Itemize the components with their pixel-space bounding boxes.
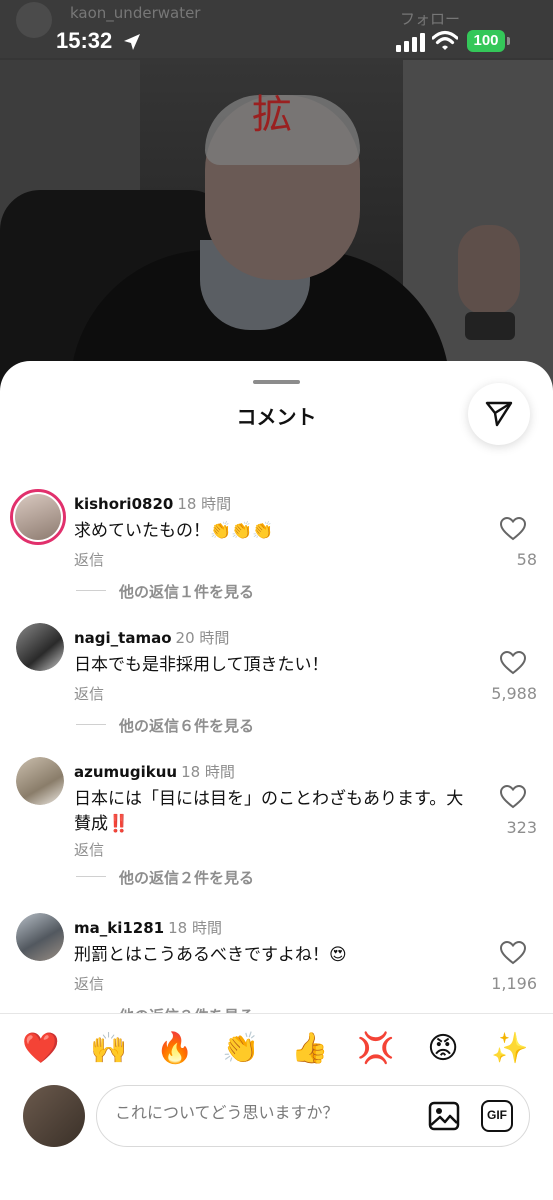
view-more-replies[interactable]: 他の返信１件を見る xyxy=(119,581,254,602)
comment-time: 18 時間 xyxy=(181,763,235,781)
wifi-icon xyxy=(432,30,458,50)
comment-username[interactable]: kishori0820 xyxy=(74,495,173,513)
image-icon[interactable] xyxy=(428,1100,460,1132)
more-replies-line xyxy=(76,590,106,591)
video-background[interactable]: 拡 xyxy=(0,0,553,420)
more-replies-line xyxy=(76,876,106,877)
quick-reactions: ❤️ 🙌 🔥 👏 👍 💢 😡 ✨ xyxy=(0,1027,553,1071)
reaction-fire[interactable]: 🔥 xyxy=(153,1027,197,1071)
comment-header: azumugikuu 18 時間 xyxy=(74,761,235,782)
gif-icon[interactable]: GIF xyxy=(481,1100,513,1132)
comments-sheet: コメント kishori0820 18 時間 求めていたもの！👏👏👏 返信 58 … xyxy=(0,361,553,1200)
reply-button[interactable]: 返信 xyxy=(74,683,104,704)
comment-text: 日本でも是非採用して頂きたい！ xyxy=(74,655,329,675)
comment-username[interactable]: nagi_tamao xyxy=(74,629,172,647)
video-author-name[interactable]: kaon_underwater xyxy=(70,4,200,22)
view-more-replies[interactable]: 他の返信２件を見る xyxy=(119,1005,254,1013)
reaction-angry-face[interactable]: 😡 xyxy=(421,1027,465,1071)
comment-text: 刑罰とはこうあるべきですよね！😍 xyxy=(74,945,347,965)
comment-list[interactable]: kishori0820 18 時間 求めていたもの！👏👏👏 返信 58 他の返信１… xyxy=(0,481,553,1013)
comment-text: 求めていたもの！👏👏👏 xyxy=(74,521,274,541)
comment-input[interactable] xyxy=(115,1103,415,1122)
video-overlay-text: 拡 xyxy=(252,92,292,138)
comment-header: nagi_tamao 20 時間 xyxy=(74,627,229,648)
status-bar: 15:32 100 xyxy=(0,26,553,58)
divider xyxy=(0,1013,553,1014)
comment-time: 20 時間 xyxy=(175,629,230,647)
heart-icon[interactable] xyxy=(500,651,526,675)
location-arrow-icon xyxy=(124,34,140,50)
avatar[interactable] xyxy=(16,623,64,671)
heart-icon[interactable] xyxy=(500,941,526,965)
like-count: 5,988 xyxy=(491,684,537,703)
avatar[interactable] xyxy=(16,757,64,805)
comment-header: ma_ki1281 18 時間 xyxy=(74,917,222,938)
like-count: 323 xyxy=(506,818,537,837)
reaction-heart[interactable]: ❤️ xyxy=(19,1027,63,1071)
status-time: 15:32 xyxy=(56,28,113,53)
comment-time: 18 時間 xyxy=(177,495,232,513)
view-more-replies[interactable]: 他の返信２件を見る xyxy=(119,867,254,888)
reply-button[interactable]: 返信 xyxy=(74,549,104,570)
avatar-image xyxy=(15,494,61,540)
comment-username[interactable]: ma_ki1281 xyxy=(74,919,164,937)
battery-nub xyxy=(507,37,510,45)
view-more-replies[interactable]: 他の返信６件を見る xyxy=(119,715,254,736)
heart-icon[interactable] xyxy=(500,785,526,809)
reaction-sparkles[interactable]: ✨ xyxy=(488,1027,532,1071)
battery-indicator: 100 xyxy=(467,30,505,52)
reply-button[interactable]: 返信 xyxy=(74,839,104,860)
avatar-image xyxy=(16,623,64,671)
reply-button[interactable]: 返信 xyxy=(74,973,104,994)
avatar[interactable] xyxy=(10,489,66,545)
avatar[interactable] xyxy=(16,913,64,961)
share-button[interactable] xyxy=(468,383,530,445)
wristwatch xyxy=(465,312,515,340)
avatar-image xyxy=(16,757,64,805)
sheet-grabber[interactable] xyxy=(253,380,300,384)
comment-composer: GIF xyxy=(96,1085,530,1147)
more-replies-line xyxy=(76,724,106,725)
raised-fist xyxy=(458,225,520,315)
my-avatar[interactable] xyxy=(23,1085,85,1147)
reaction-anger-symbol[interactable]: 💢 xyxy=(354,1027,398,1071)
heart-icon[interactable] xyxy=(500,517,526,541)
comment-text: 日本には「目には目を」のことわざもあります。大賛成‼️ xyxy=(74,789,464,834)
like-count: 1,196 xyxy=(491,974,537,993)
reaction-raised-hands[interactable]: 🙌 xyxy=(87,1027,131,1071)
comment-username[interactable]: azumugikuu xyxy=(74,763,177,781)
cellular-signal-icon xyxy=(396,33,425,52)
reaction-clap[interactable]: 👏 xyxy=(219,1027,263,1071)
reaction-thumbs-up[interactable]: 👍 xyxy=(288,1027,332,1071)
paper-plane-icon xyxy=(485,401,513,427)
like-count: 58 xyxy=(516,550,537,569)
avatar-image xyxy=(16,913,64,961)
comment-header: kishori0820 18 時間 xyxy=(74,493,231,514)
comment-time: 18 時間 xyxy=(168,919,222,937)
